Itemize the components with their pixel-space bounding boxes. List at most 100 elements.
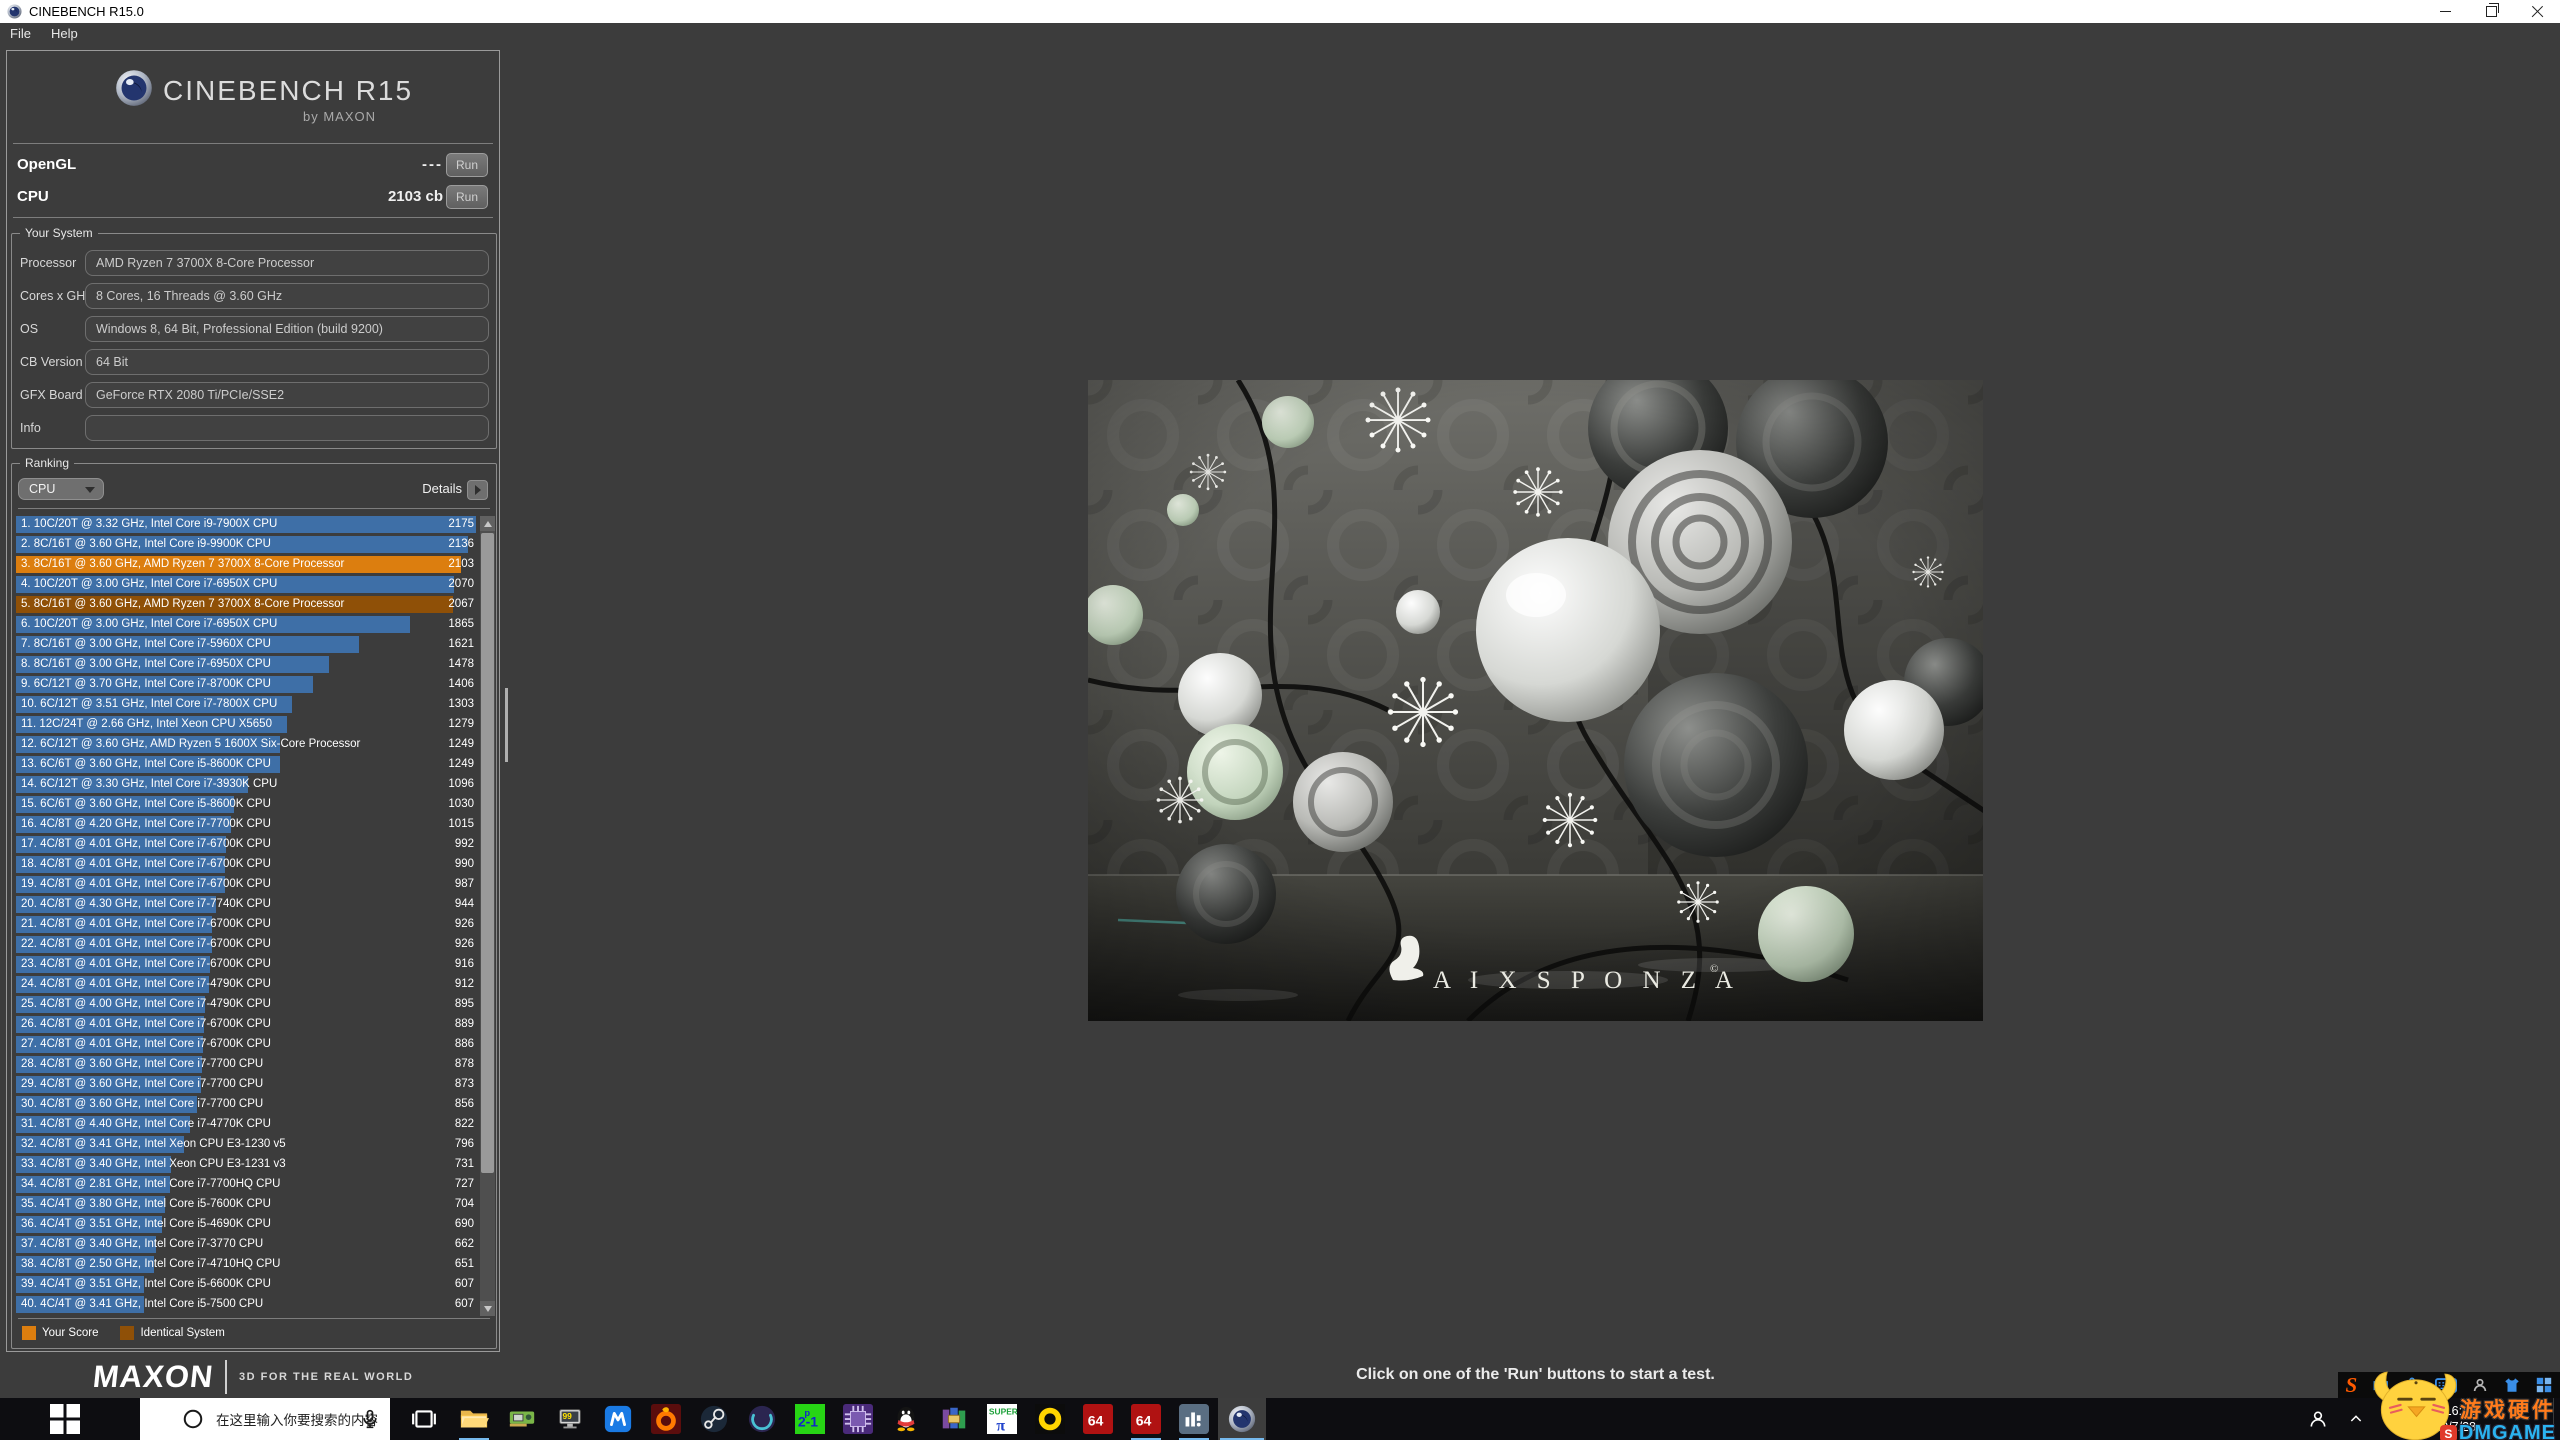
tray-date: 2019/7/28 [2420,1419,2476,1435]
ranking-row[interactable]: 2. 8C/16T @ 3.60 GHz, Intel Core i9-9900… [16,536,476,553]
ranking-row[interactable]: 29. 4C/8T @ 3.60 GHz, Intel Core i7-7700… [16,1076,476,1093]
minimize-button[interactable] [2422,0,2468,23]
sogou-person-icon[interactable] [2472,1373,2488,1397]
ranking-row[interactable]: 39. 4C/4T @ 3.51 GHz, Intel Core i5-6600… [16,1276,476,1293]
close-button[interactable] [2514,0,2560,23]
furmark-taskbar-icon[interactable] [642,1398,690,1440]
field-label: Info [20,421,41,435]
sogou-mic-icon[interactable] [2404,1373,2420,1397]
field-value-box[interactable]: Windows 8, 64 Bit, Professional Edition … [85,316,489,342]
sogou-skin-icon[interactable] [2503,1373,2521,1397]
ranking-row[interactable]: 11. 12C/24T @ 2.66 GHz, Intel Xeon CPU X… [16,716,476,733]
qq-taskbar-icon[interactable] [882,1398,930,1440]
cpu-z-taskbar-icon[interactable] [834,1398,882,1440]
ranking-row[interactable]: 37. 4C/8T @ 3.40 GHz, Intel Core i7-3770… [16,1236,476,1253]
ranking-row[interactable]: 9. 6C/12T @ 3.70 GHz, Intel Core i7-8700… [16,676,476,693]
ranking-row[interactable]: 40. 4C/4T @ 3.41 GHz, Intel Core i5-7500… [16,1296,476,1313]
ranking-row[interactable]: 27. 4C/8T @ 4.01 GHz, Intel Core i7-6700… [16,1036,476,1053]
ranking-scrollbar[interactable] [480,516,495,1316]
ranking-row[interactable]: 6. 10C/20T @ 3.00 GHz, Intel Core i7-695… [16,616,476,633]
scrollbar-thumb[interactable] [481,533,494,1173]
steam-taskbar-icon[interactable] [690,1398,738,1440]
ranking-row[interactable]: 19. 4C/8T @ 4.01 GHz, Intel Core i7-6700… [16,876,476,893]
winrar-taskbar-icon[interactable] [930,1398,978,1440]
3dmark-taskbar-icon[interactable] [1026,1398,1074,1440]
ranking-row[interactable]: 17. 4C/8T @ 4.01 GHz, Intel Core i7-6700… [16,836,476,853]
field-value-box[interactable]: 64 Bit [85,349,489,375]
file-explorer-taskbar-icon[interactable] [450,1398,498,1440]
ranking-row[interactable]: 31. 4C/8T @ 4.40 GHz, Intel Core i7-4770… [16,1116,476,1133]
field-value-box[interactable]: AMD Ryzen 7 3700X 8-Core Processor [85,250,489,276]
ranking-row[interactable]: 24. 4C/8T @ 4.01 GHz, Intel Core i7-4790… [16,976,476,993]
field-value-box[interactable]: 8 Cores, 16 Threads @ 3.60 GHz [85,283,489,309]
ranking-row[interactable]: 34. 4C/8T @ 2.81 GHz, Intel Core i7-7700… [16,1176,476,1193]
ranking-row[interactable]: 28. 4C/8T @ 3.60 GHz, Intel Core i7-7700… [16,1056,476,1073]
ranking-legend-title: Ranking [20,456,74,470]
clock[interactable]: 16:43 2019/7/28 [2420,1403,2476,1435]
benchmark-bars-taskbar-icon[interactable] [1170,1398,1218,1440]
ranking-row[interactable]: 15. 6C/6T @ 3.60 GHz, Intel Core i5-8600… [16,796,476,813]
fraps-taskbar-icon[interactable]: 99 [546,1398,594,1440]
field-label: OS [20,322,38,336]
sogou-grid-icon[interactable] [2536,1373,2552,1397]
ranking-row[interactable]: 14. 6C/12T @ 3.30 GHz, Intel Core i7-393… [16,776,476,793]
menu-help[interactable]: Help [41,23,88,44]
field-value-box[interactable] [85,415,489,441]
show-desktop-button[interactable] [2553,1398,2560,1440]
taskbar-apps: 99 2-1p SUPERπ 6464 [450,1398,1266,1440]
ranking-row[interactable]: 10. 6C/12T @ 3.51 GHz, Intel Core i7-780… [16,696,476,713]
ranking-row[interactable]: 4. 10C/20T @ 3.00 GHz, Intel Core i7-695… [16,576,476,593]
ranking-row[interactable]: 3. 8C/16T @ 3.60 GHz, AMD Ryzen 7 3700X … [16,556,476,573]
prime95-taskbar-icon[interactable]: 2-1p [786,1398,834,1440]
panel-resize-handle[interactable] [505,688,508,762]
legend-item: Your Score [22,1326,98,1340]
ranking-row[interactable]: 32. 4C/8T @ 3.41 GHz, Intel Xeon CPU E3-… [16,1136,476,1153]
ranking-row[interactable]: 21. 4C/8T @ 4.01 GHz, Intel Core i7-6700… [16,916,476,933]
opengl-run-button[interactable]: Run [446,153,488,177]
ranking-row[interactable]: 16. 4C/8T @ 4.20 GHz, Intel Core i7-7700… [16,816,476,833]
maxthon-taskbar-icon[interactable] [594,1398,642,1440]
field-value-box[interactable]: GeForce RTX 2080 Ti/PCIe/SSE2 [85,382,489,408]
microphone-icon[interactable] [360,1409,380,1434]
restore-button[interactable] [2468,0,2514,23]
ranking-row[interactable]: 33. 4C/8T @ 3.40 GHz, Intel Xeon CPU E3-… [16,1156,476,1173]
aida64-extreme-taskbar-icon[interactable]: 64 [1122,1398,1170,1440]
hidden-icons-chevron[interactable] [2344,1407,2368,1431]
speaker-icon[interactable] [2382,1407,2406,1431]
ranking-row[interactable]: 36. 4C/4T @ 3.51 GHz, Intel Core i5-4690… [16,1216,476,1233]
search-input[interactable]: 在这里输入你要搜索的内容 [140,1398,390,1440]
details-button[interactable] [467,480,488,500]
ranking-row[interactable]: 30. 4C/8T @ 3.60 GHz, Intel Core i7-7700… [16,1096,476,1113]
ranking-row[interactable]: 23. 4C/8T @ 4.01 GHz, Intel Core i7-6700… [16,956,476,973]
ranking-row[interactable]: 13. 6C/6T @ 3.60 GHz, Intel Core i5-8600… [16,756,476,773]
aida64-taskbar-icon[interactable]: 64 [1074,1398,1122,1440]
ranking-row[interactable]: 12. 6C/12T @ 3.60 GHz, AMD Ryzen 5 1600X… [16,736,476,753]
ranking-row[interactable]: 18. 4C/8T @ 4.01 GHz, Intel Core i7-6700… [16,856,476,873]
ranking-filter-dropdown[interactable]: CPU [18,478,104,500]
ranking-row[interactable]: 22. 4C/8T @ 4.01 GHz, Intel Core i7-6700… [16,936,476,953]
chevron-down-icon [85,487,95,493]
start-button[interactable] [0,1398,130,1440]
ranking-row[interactable]: 7. 8C/16T @ 3.00 GHz, Intel Core i7-5960… [16,636,476,653]
uplay-taskbar-icon[interactable] [738,1398,786,1440]
cpu-run-button[interactable]: Run [446,185,488,209]
ranking-row[interactable]: 38. 4C/8T @ 2.50 GHz, Intel Core i7-4710… [16,1256,476,1273]
super-pi-taskbar-icon[interactable]: SUPERπ [978,1398,1026,1440]
ranking-row[interactable]: 5. 8C/16T @ 3.60 GHz, AMD Ryzen 7 3700X … [16,596,476,613]
ranking-row[interactable]: 25. 4C/8T @ 4.00 GHz, Intel Core i7-4790… [16,996,476,1013]
menu-file[interactable]: File [0,23,41,44]
chinese-mode-icon[interactable]: 中 [2372,1373,2389,1397]
people-icon[interactable] [2306,1407,2330,1431]
ranking-row[interactable]: 26. 4C/8T @ 4.01 GHz, Intel Core i7-6700… [16,1016,476,1033]
scroll-up-button[interactable] [480,516,495,531]
ranking-row[interactable]: 8. 8C/16T @ 3.00 GHz, Intel Core i7-6950… [16,656,476,673]
ranking-row[interactable]: 20. 4C/8T @ 4.30 GHz, Intel Core i7-7740… [16,896,476,913]
ranking-row[interactable]: 35. 4C/4T @ 3.80 GHz, Intel Core i5-7600… [16,1196,476,1213]
gpu-z-taskbar-icon[interactable] [498,1398,546,1440]
sogou-s-icon[interactable]: S [2346,1373,2358,1397]
ranking-row[interactable]: 1. 10C/20T @ 3.32 GHz, Intel Core i9-790… [16,516,476,533]
scroll-down-button[interactable] [480,1301,495,1316]
cinebench-taskbar-icon[interactable] [1218,1398,1266,1440]
task-view-button[interactable] [400,1398,448,1440]
sogou-keyboard-icon[interactable] [2435,1373,2457,1397]
